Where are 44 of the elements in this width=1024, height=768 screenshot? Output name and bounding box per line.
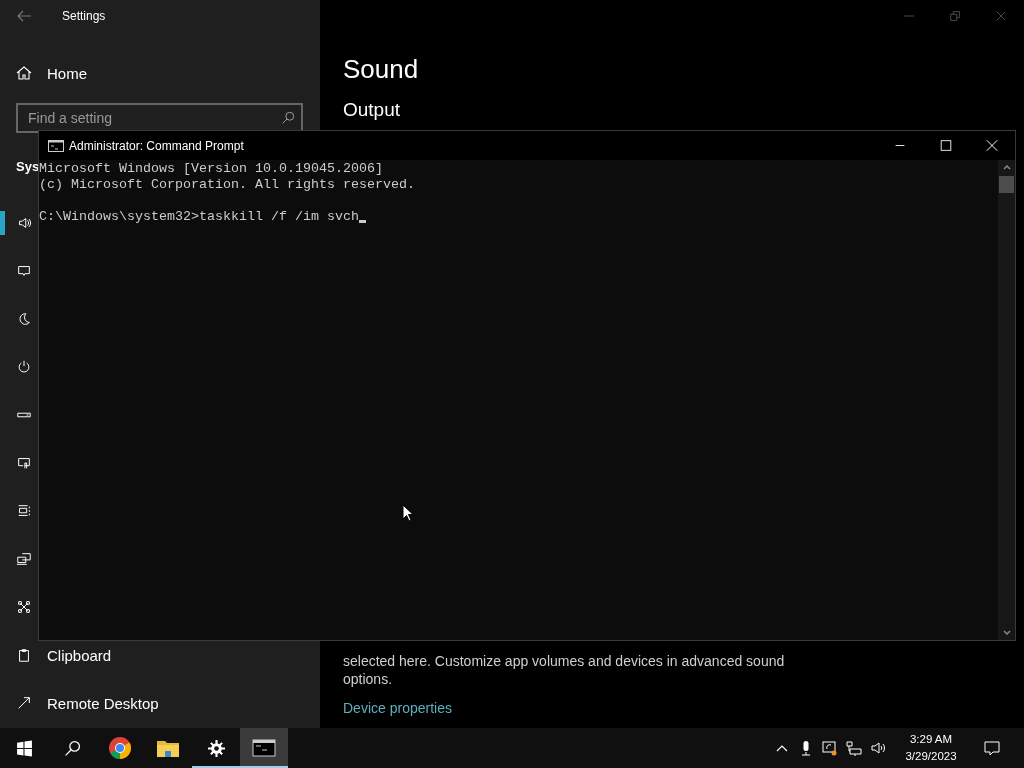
power-icon <box>16 359 32 375</box>
sidebar-item[interactable]: Remote Desktop <box>0 687 169 719</box>
devices-icon <box>16 551 32 567</box>
volume-icon[interactable] <box>870 740 886 756</box>
page-title: Sound <box>343 54 420 85</box>
section-heading: Sys <box>16 159 40 176</box>
console-icon <box>252 736 276 760</box>
sidebar-item[interactable]: Clipboard <box>0 639 122 671</box>
console-icon <box>48 139 64 152</box>
network-icon <box>16 599 32 615</box>
window-title: Settings <box>62 9 106 23</box>
command-prompt-button[interactable] <box>240 728 288 768</box>
message-icon <box>16 263 32 279</box>
tablet-icon <box>16 455 32 471</box>
notification-icon[interactable] <box>984 740 1000 756</box>
search-icon <box>63 739 81 757</box>
monitor-icon[interactable] <box>822 740 838 756</box>
mouse-pointer-icon <box>402 504 414 522</box>
text-cursor <box>358 220 366 223</box>
home-link[interactable]: Home <box>0 60 95 86</box>
section-title: Output <box>343 99 402 121</box>
speaker-icon <box>16 215 32 231</box>
clock-time: 3:29 AM <box>909 732 953 747</box>
moon-icon <box>16 311 32 327</box>
window-title: Administrator: Command Prompt <box>69 138 244 153</box>
search-icon <box>281 111 295 125</box>
console-line: Microsoft Windows [Version 10.0.19045.2006] <box>39 161 383 177</box>
multitask-icon <box>16 503 32 519</box>
network-icon[interactable] <box>846 740 862 756</box>
clock[interactable]: 3:29 AM 3/29/2023 <box>900 728 962 768</box>
description-text: selected here. Customize app volumes and devices in advanced sound options. <box>343 652 786 688</box>
arrow-icon <box>16 695 32 711</box>
command-line[interactable]: C:\Windows\system32>taskkill /f /im svch <box>39 209 359 225</box>
back-arrow-icon[interactable] <box>16 8 32 24</box>
clock-date: 3/29/2023 <box>905 749 957 764</box>
home-icon <box>16 65 32 81</box>
scrollbar-thumb[interactable] <box>999 176 1014 193</box>
windows-logo-icon <box>15 739 33 757</box>
device-properties-link[interactable]: Device properties <box>343 700 452 716</box>
clipboard-icon <box>16 647 32 663</box>
gear-icon <box>207 739 225 757</box>
scrollbar[interactable] <box>998 160 1015 640</box>
browser-logo-icon <box>108 736 132 760</box>
console-line: (c) Microsoft Corporation. All rights reserved. <box>39 177 415 193</box>
